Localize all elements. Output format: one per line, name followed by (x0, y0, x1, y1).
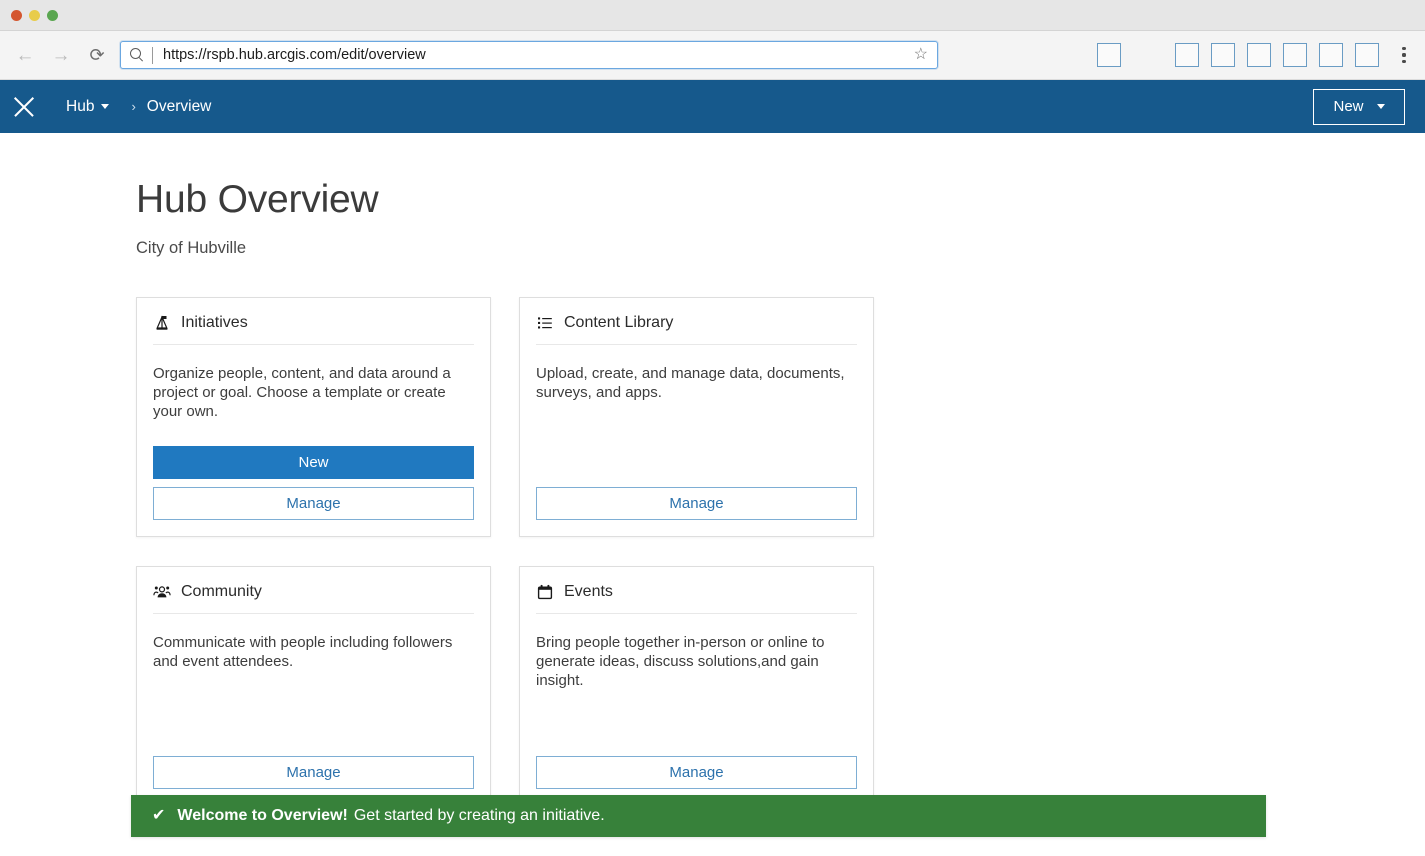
extension-icon-1[interactable] (1097, 43, 1121, 67)
page-subtitle: City of Hubville (136, 239, 1425, 258)
flag-icon (153, 314, 171, 332)
page-content: Hub Overview City of Hubville Initiative… (0, 133, 1425, 856)
back-icon[interactable]: ← (10, 40, 40, 70)
card-events: Events Bring people together in-person o… (519, 566, 874, 806)
chevron-down-icon (1377, 104, 1385, 109)
browser-titlebar (0, 0, 1425, 31)
card-description: Communicate with people including follow… (153, 614, 474, 756)
page-title: Hub Overview (136, 133, 1425, 223)
card-title: Content Library (564, 314, 673, 332)
calendar-icon (536, 583, 554, 601)
header-new-button[interactable]: New (1313, 89, 1405, 125)
card-title: Community (181, 583, 262, 601)
card-title: Events (564, 583, 613, 601)
card-header: Initiatives (153, 312, 474, 345)
card-initiatives: Initiatives Organize people, content, an… (136, 297, 491, 537)
bookmark-star-icon[interactable]: ☆ (914, 47, 928, 63)
header-new-button-label: New (1333, 98, 1363, 115)
toast-text: Get started by creating an initiative. (354, 807, 605, 825)
card-description: Bring people together in-person or onlin… (536, 614, 857, 756)
browser-toolbar: ← → ⟳ https://rspb.hub.arcgis.com/edit/o… (0, 31, 1425, 80)
content-library-manage-button[interactable]: Manage (536, 487, 857, 520)
extension-icon-7[interactable] (1355, 43, 1379, 67)
card-description: Upload, create, and manage data, documen… (536, 345, 857, 487)
events-manage-button[interactable]: Manage (536, 756, 857, 789)
card-actions: Manage (536, 487, 857, 520)
search-icon (130, 48, 144, 62)
list-icon (536, 314, 554, 332)
address-bar-url: https://rspb.hub.arcgis.com/edit/overvie… (163, 47, 906, 63)
close-icon[interactable] (0, 80, 49, 133)
window-maximize-button[interactable] (47, 10, 58, 21)
breadcrumb-current-label: Overview (147, 98, 212, 116)
card-grid: Initiatives Organize people, content, an… (136, 297, 1256, 806)
card-header: Community (153, 581, 474, 614)
initiatives-manage-button[interactable]: Manage (153, 487, 474, 520)
browser-extension-icons (1091, 41, 1415, 69)
community-manage-button[interactable]: Manage (153, 756, 474, 789)
reload-icon[interactable]: ⟳ (82, 40, 112, 70)
card-content-library: Content Library Upload, create, and mana… (519, 297, 874, 537)
breadcrumb: Hub › Overview (49, 98, 211, 116)
card-description: Organize people, content, and data aroun… (153, 345, 474, 446)
breadcrumb-hub-dropdown[interactable]: Hub (66, 98, 109, 116)
check-icon: ✔ (152, 808, 165, 824)
chevron-down-icon (101, 104, 109, 109)
people-group-icon (153, 583, 171, 601)
window-close-button[interactable] (11, 10, 22, 21)
card-actions: Manage (536, 756, 857, 789)
breadcrumb-root-label: Hub (66, 98, 94, 116)
card-header: Events (536, 581, 857, 614)
toast-bold-text: Welcome to Overview! (177, 807, 347, 825)
extension-icon-6[interactable] (1319, 43, 1343, 67)
extension-icon-5[interactable] (1283, 43, 1307, 67)
card-actions: Manage (153, 756, 474, 789)
card-header: Content Library (536, 312, 857, 345)
app-header: Hub › Overview New (0, 80, 1425, 133)
breadcrumb-separator-icon: › (131, 99, 135, 114)
window-traffic-lights (11, 10, 58, 21)
card-community: Community Communicate with people includ… (136, 566, 491, 806)
initiatives-new-button[interactable]: New (153, 446, 474, 479)
extension-icon-3[interactable] (1211, 43, 1235, 67)
extension-icon-4[interactable] (1247, 43, 1271, 67)
card-title: Initiatives (181, 314, 248, 332)
browser-menu-icon[interactable] (1393, 41, 1415, 69)
forward-icon[interactable]: → (46, 40, 76, 70)
omnibox-divider (152, 47, 153, 64)
welcome-toast: ✔ Welcome to Overview! Get started by cr… (131, 795, 1266, 837)
card-actions: New Manage (153, 446, 474, 520)
browser-nav-buttons: ← → ⟳ (10, 40, 112, 70)
extension-icon-2[interactable] (1175, 43, 1199, 67)
window-minimize-button[interactable] (29, 10, 40, 21)
address-bar[interactable]: https://rspb.hub.arcgis.com/edit/overvie… (120, 41, 938, 69)
